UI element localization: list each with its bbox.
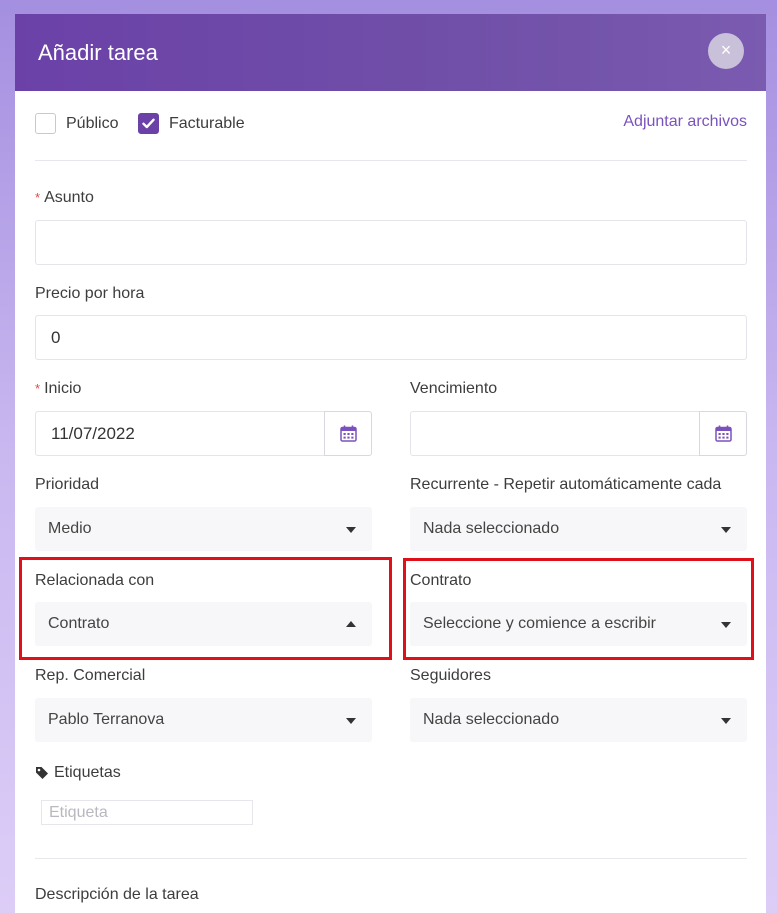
calendar-icon xyxy=(714,425,732,442)
priority-value: Medio xyxy=(48,520,92,537)
due-date-calendar-button[interactable] xyxy=(699,411,747,456)
sales-rep-select[interactable]: Pablo Terranova xyxy=(35,698,372,742)
billable-checkbox-box[interactable] xyxy=(138,113,159,134)
tag-icon xyxy=(36,767,48,779)
followers-label: Seguidores xyxy=(410,667,491,684)
calendar-icon xyxy=(339,425,357,442)
task-description-label: Descripción de la tarea xyxy=(35,886,199,903)
billable-checkbox[interactable]: Facturable xyxy=(138,113,245,134)
caret-down-icon xyxy=(346,527,356,533)
public-checkbox-box[interactable] xyxy=(35,113,56,134)
modal-header: Añadir tarea × xyxy=(15,14,766,91)
public-checkbox[interactable]: Público xyxy=(35,113,118,134)
start-date-label: * Inicio xyxy=(35,380,82,397)
close-icon: × xyxy=(720,40,732,60)
close-button[interactable]: × xyxy=(708,33,744,69)
hourly-rate-input[interactable]: 0 xyxy=(35,315,747,360)
required-mark: * xyxy=(35,190,41,205)
tags-input[interactable]: Etiqueta xyxy=(41,800,253,825)
priority-select[interactable]: Medio xyxy=(35,507,372,551)
modal-title: Añadir tarea xyxy=(38,40,158,65)
attach-files-link[interactable]: Adjuntar archivos xyxy=(623,113,747,131)
caret-down-icon xyxy=(721,527,731,533)
tags-label: Etiquetas xyxy=(35,764,121,782)
subject-input[interactable] xyxy=(35,220,747,265)
priority-label: Prioridad xyxy=(35,476,100,493)
required-mark: * xyxy=(35,381,41,396)
options-row: Público Facturable Adjuntar archivos xyxy=(35,113,747,139)
due-date-input[interactable] xyxy=(410,411,700,456)
start-date-calendar-button[interactable] xyxy=(324,411,372,456)
divider xyxy=(35,160,747,161)
sales-rep-label: Rep. Comercial xyxy=(35,667,146,684)
recurring-select[interactable]: Nada seleccionado xyxy=(410,507,747,551)
caret-down-icon xyxy=(721,718,731,724)
recurring-label: Recurrente - Repetir automáticamente cad… xyxy=(410,476,722,493)
check-icon xyxy=(142,118,155,129)
billable-label: Facturable xyxy=(169,114,245,132)
highlight-box-related xyxy=(19,557,392,660)
sales-rep-value: Pablo Terranova xyxy=(48,711,165,728)
caret-down-icon xyxy=(346,718,356,724)
start-date-input[interactable]: 11/07/2022 xyxy=(35,411,325,456)
recurring-value: Nada seleccionado xyxy=(423,520,560,537)
due-date-label: Vencimiento xyxy=(410,380,498,397)
highlight-box-contract xyxy=(403,558,754,660)
public-label: Público xyxy=(66,114,119,132)
followers-value: Nada seleccionado xyxy=(423,711,560,728)
divider xyxy=(35,858,747,859)
add-task-modal: Añadir tarea × Público Facturable Adjunt… xyxy=(15,14,766,913)
followers-select[interactable]: Nada seleccionado xyxy=(410,698,747,742)
subject-label: * Asunto xyxy=(35,189,94,206)
hourly-rate-label: Precio por hora xyxy=(35,285,145,302)
